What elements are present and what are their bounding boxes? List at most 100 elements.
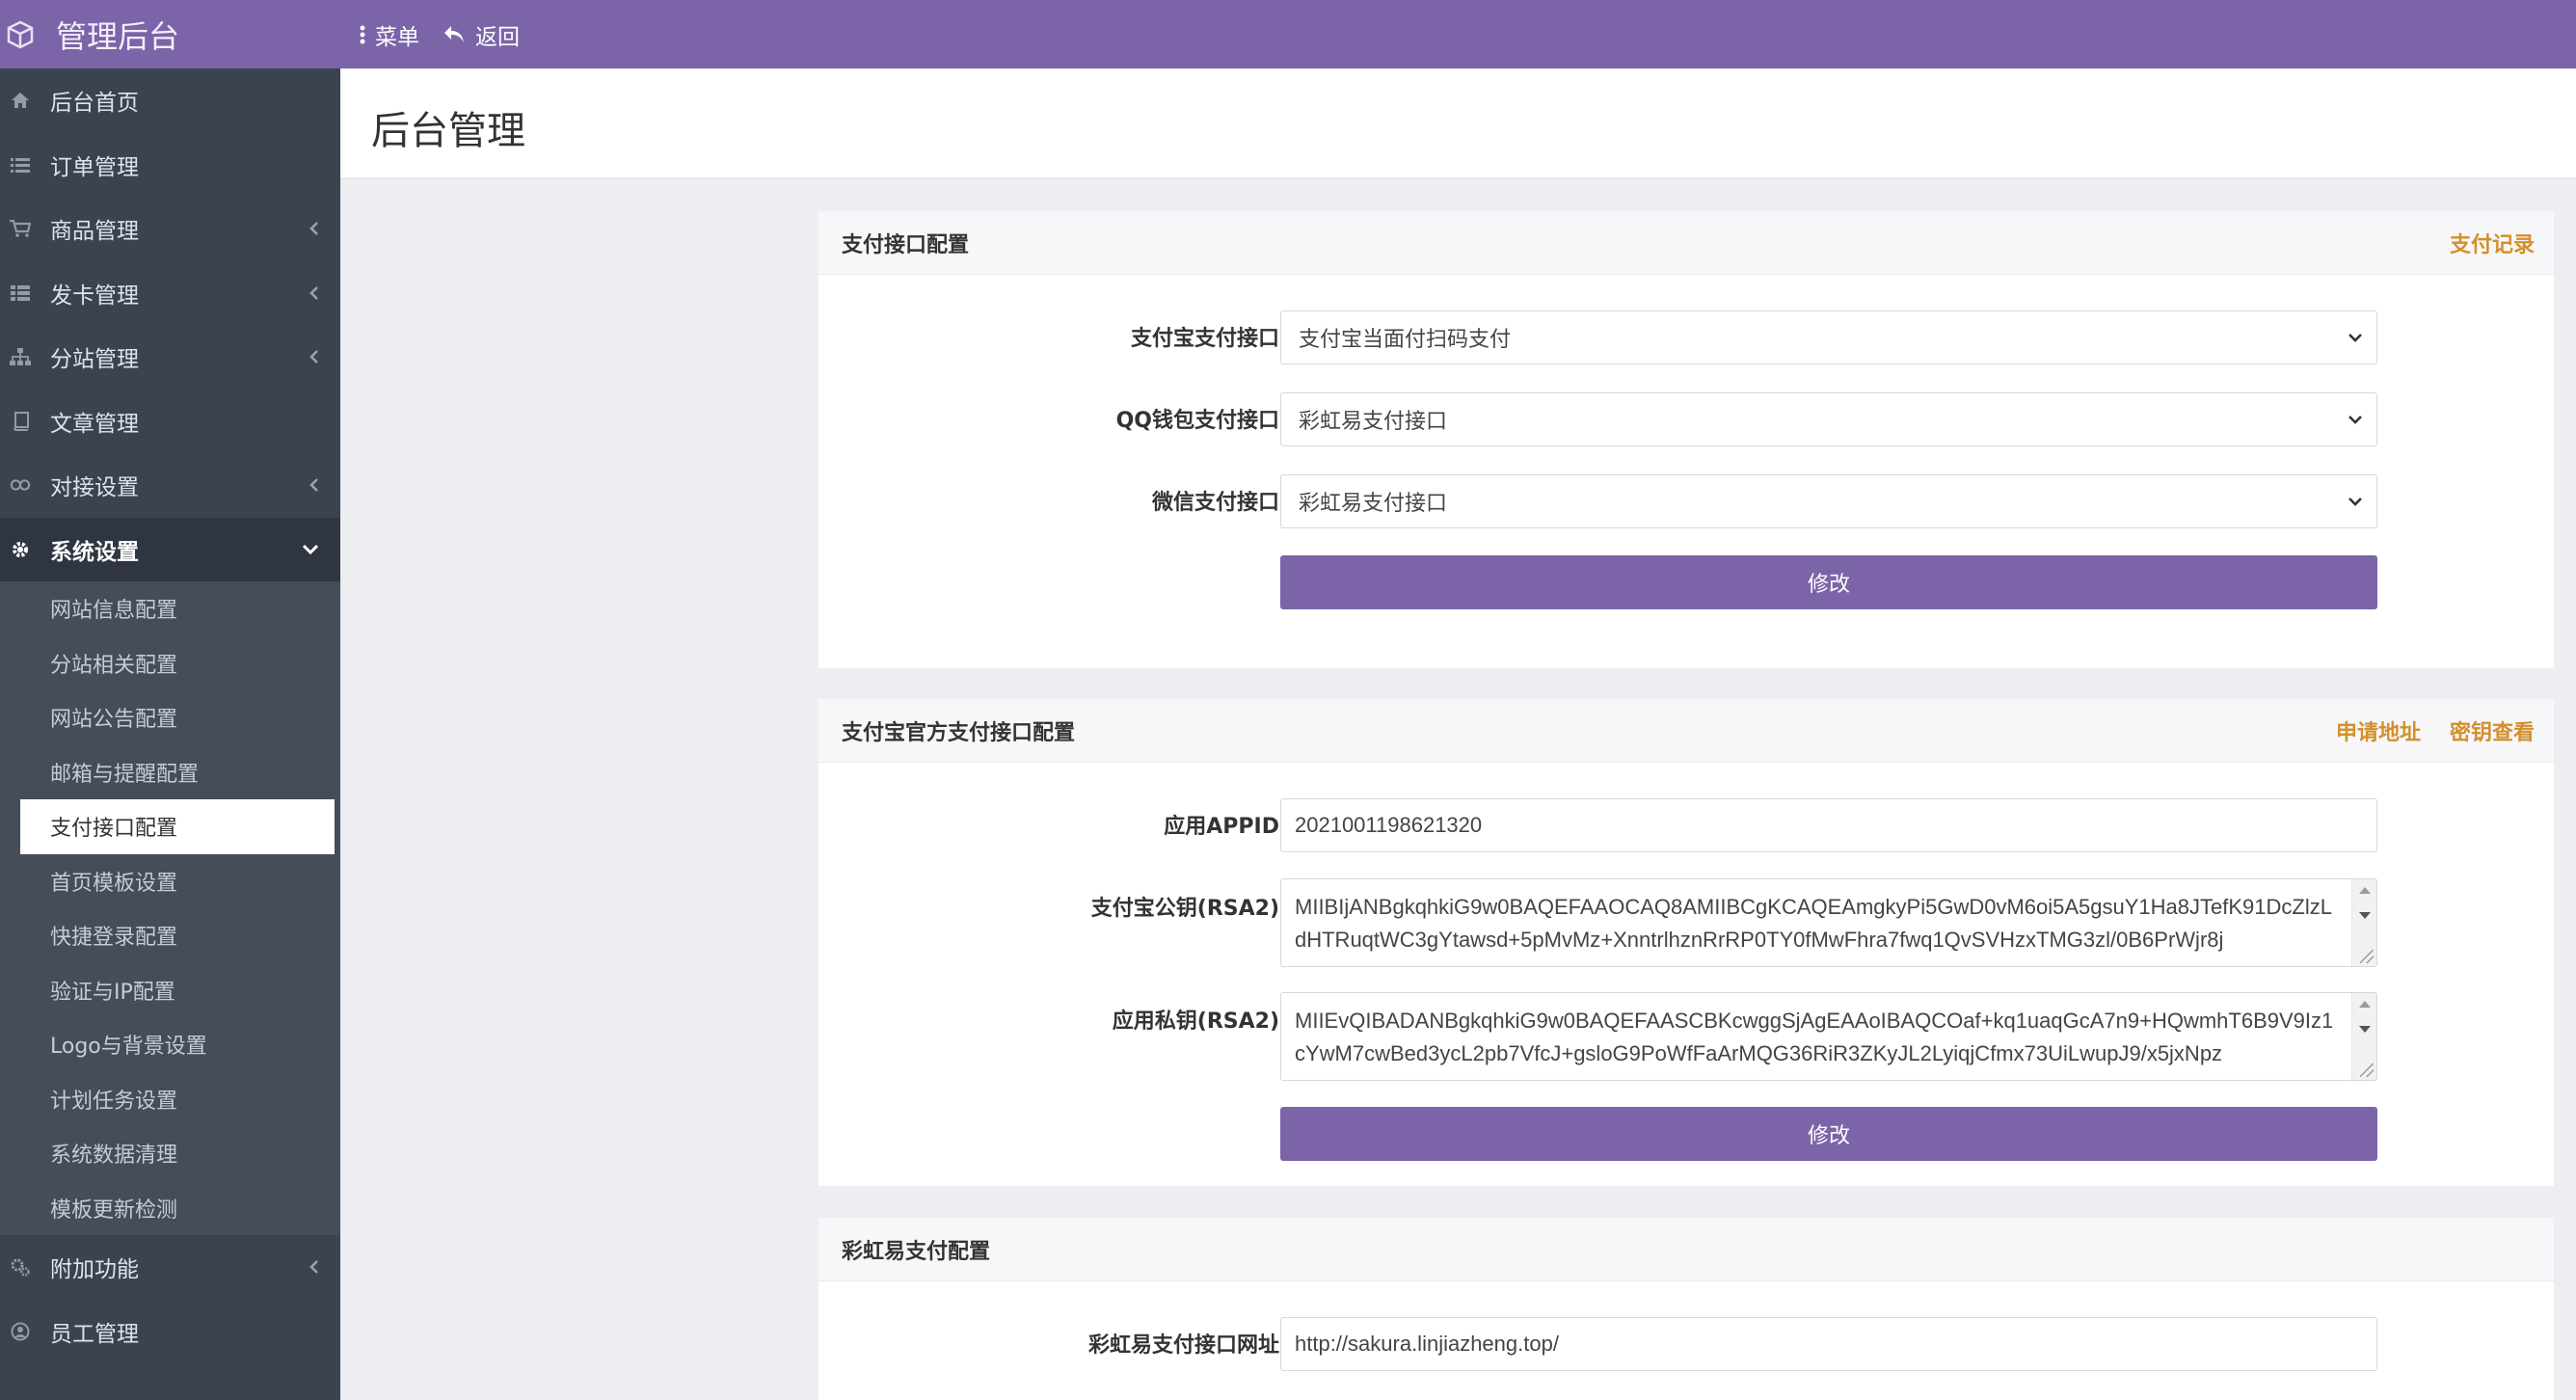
sidebar-item-label: 系统设置	[50, 539, 139, 565]
submenu-payment-config[interactable]: 支付接口配置	[20, 799, 335, 854]
panel-title: 彩虹易支付配置	[842, 1239, 991, 1264]
alipay-official-config-panel: 支付宝官方支付接口配置 申请地址 密钥查看 应用APPID 2021001198…	[818, 699, 2554, 1186]
alipay-public-key-textarea[interactable]: MIIBIjANBgkqhkiG9w0BAQEFAAOCAQ8AMIIBCgKC…	[1280, 878, 2377, 967]
sidebar-item-integration[interactable]: 对接设置	[0, 453, 340, 518]
sidebar-item-system-settings[interactable]: 系统设置	[0, 517, 340, 581]
page-header: 后台管理	[340, 68, 2576, 178]
sidebar-item-cards[interactable]: 发卡管理	[0, 261, 340, 326]
wechat-interface-label: 微信支付接口	[1151, 491, 1279, 515]
system-settings-submenu: 网站信息配置 分站相关配置 网站公告配置 邮箱与提醒配置 支付接口配置 首页模板…	[0, 581, 340, 1235]
sidebar-item-orders[interactable]: 订单管理	[0, 133, 340, 198]
alipay-public-key-label: 支付宝公钥(RSA2)	[1090, 897, 1279, 921]
chevron-left-icon	[309, 478, 318, 493]
sidebar-item-label: 文章管理	[50, 411, 139, 437]
sidebar-item-products[interactable]: 商品管理	[0, 197, 340, 261]
submenu-quick-login[interactable]: 快捷登录配置	[0, 908, 340, 963]
textarea-value: MIIBIjANBgkqhkiG9w0BAQEFAAOCAQ8AMIIBCgKC…	[1295, 895, 2332, 952]
panel-header: 支付宝官方支付接口配置 申请地址 密钥查看	[818, 699, 2554, 763]
sidebar-item-label: 后台首页	[50, 91, 139, 117]
rainbow-pay-url-label: 彩虹易支付接口网址	[1087, 1333, 1279, 1358]
select-value: 支付宝当面付扫码支付	[1299, 327, 1512, 351]
select-value: 彩虹易支付接口	[1299, 491, 1448, 515]
list-icon	[10, 154, 31, 175]
gear-icon	[10, 539, 31, 560]
panel-title: 支付宝官方支付接口配置	[842, 720, 1076, 745]
menu-toggle-button[interactable]: 菜单	[360, 18, 419, 51]
submenu-logo-background[interactable]: Logo与背景设置	[0, 1017, 340, 1072]
rainbow-pay-url-input[interactable]: http://sakura.linjiazheng.top/	[1280, 1317, 2377, 1371]
panel-title: 支付接口配置	[842, 232, 970, 257]
submenu-email-reminder[interactable]: 邮箱与提醒配置	[0, 745, 340, 800]
chevron-down-icon	[2348, 334, 2362, 342]
submenu-home-template[interactable]: 首页模板设置	[0, 854, 340, 909]
alipay-interface-label: 支付宝支付接口	[1130, 327, 1279, 351]
appid-label: 应用APPID	[1164, 815, 1279, 839]
top-bar: 管理后台 菜单 返回	[0, 0, 2576, 68]
link-icon	[10, 474, 31, 496]
panel-header: 彩虹易支付配置	[818, 1218, 2554, 1281]
sidebar-item-label: 员工管理	[50, 1321, 139, 1347]
back-button[interactable]: 返回	[443, 18, 520, 51]
chevron-down-icon	[2348, 416, 2362, 424]
chevron-left-icon	[309, 222, 318, 236]
sidebar-item-label: 附加功能	[50, 1257, 139, 1283]
submenu-announcement[interactable]: 网站公告配置	[0, 690, 340, 745]
scrollbar[interactable]	[2351, 993, 2376, 1080]
appid-input[interactable]: 2021001198621320	[1280, 798, 2377, 852]
resize-handle-icon[interactable]	[2360, 950, 2374, 963]
submenu-template-update[interactable]: 模板更新检测	[0, 1181, 340, 1236]
qq-wallet-interface-select[interactable]: 彩虹易支付接口	[1280, 392, 2377, 446]
alipay-config-submit-button[interactable]: 修改	[1280, 1107, 2377, 1161]
submenu-cron-tasks[interactable]: 计划任务设置	[0, 1072, 340, 1127]
panel-links: 申请地址 密钥查看	[2307, 699, 2535, 763]
ellipsis-vertical-icon	[360, 25, 365, 43]
key-view-link[interactable]: 密钥查看	[2450, 715, 2535, 746]
chevron-down-icon	[302, 544, 319, 554]
panel-links: 支付记录	[2421, 211, 2535, 275]
qq-wallet-interface-label: QQ钱包支付接口	[1115, 409, 1279, 433]
brand-title: 管理后台	[56, 17, 180, 55]
book-icon	[10, 411, 31, 432]
payment-config-panel: 支付接口配置 支付记录 支付宝支付接口 支付宝当面付扫码支付 QQ钱包支付接口 …	[818, 211, 2554, 668]
brand[interactable]: 管理后台	[0, 13, 340, 57]
sidebar-item-staff[interactable]: 员工管理	[0, 1300, 340, 1364]
sidebar-item-label: 商品管理	[50, 219, 139, 245]
cogs-icon	[10, 1256, 31, 1278]
payment-config-submit-button[interactable]: 修改	[1280, 555, 2377, 609]
rainbow-pay-config-panel: 彩虹易支付配置 彩虹易支付接口网址 http://sakura.linjiazh…	[818, 1218, 2554, 1400]
cart-icon	[10, 218, 31, 239]
sidebar-item-home[interactable]: 后台首页	[0, 68, 340, 133]
scrollbar[interactable]	[2351, 879, 2376, 966]
panel-header: 支付接口配置 支付记录	[818, 211, 2554, 275]
chevron-left-icon	[309, 285, 318, 300]
chevron-left-icon	[309, 1260, 318, 1275]
submenu-verify-ip[interactable]: 验证与IP配置	[0, 963, 340, 1018]
payment-records-link[interactable]: 支付记录	[2450, 228, 2535, 258]
menu-label: 菜单	[375, 24, 419, 50]
sidebar-item-label: 对接设置	[50, 475, 139, 501]
textarea-value: MIIEvQIBADANBgkqhkiG9w0BAQEFAASCBKcwggSj…	[1295, 1009, 2334, 1065]
app-private-key-textarea[interactable]: MIIEvQIBADANBgkqhkiG9w0BAQEFAASCBKcwggSj…	[1280, 992, 2377, 1081]
app-private-key-label: 应用私钥(RSA2)	[1112, 1010, 1279, 1034]
resize-handle-icon[interactable]	[2360, 1063, 2374, 1077]
submenu-substation-config[interactable]: 分站相关配置	[0, 636, 340, 691]
page-title: 后台管理	[371, 109, 525, 153]
grid-icon	[10, 283, 31, 304]
submenu-data-cleanup[interactable]: 系统数据清理	[0, 1126, 340, 1181]
sidebar-item-extras[interactable]: 附加功能	[0, 1235, 340, 1300]
sidebar-item-substations[interactable]: 分站管理	[0, 325, 340, 390]
apply-address-link[interactable]: 申请地址	[2336, 715, 2421, 746]
user-icon	[10, 1321, 31, 1342]
sitemap-icon	[10, 346, 31, 367]
sidebar-item-label: 分站管理	[50, 347, 139, 373]
chevron-left-icon	[309, 350, 318, 364]
select-value: 彩虹易支付接口	[1299, 409, 1448, 433]
alipay-interface-select[interactable]: 支付宝当面付扫码支付	[1280, 310, 2377, 364]
sidebar-item-articles[interactable]: 文章管理	[0, 390, 340, 454]
cube-icon	[7, 20, 34, 48]
home-icon	[10, 90, 31, 111]
wechat-interface-select[interactable]: 彩虹易支付接口	[1280, 474, 2377, 528]
submenu-site-info[interactable]: 网站信息配置	[0, 581, 340, 636]
chevron-down-icon	[2348, 498, 2362, 506]
reply-icon	[444, 25, 464, 42]
